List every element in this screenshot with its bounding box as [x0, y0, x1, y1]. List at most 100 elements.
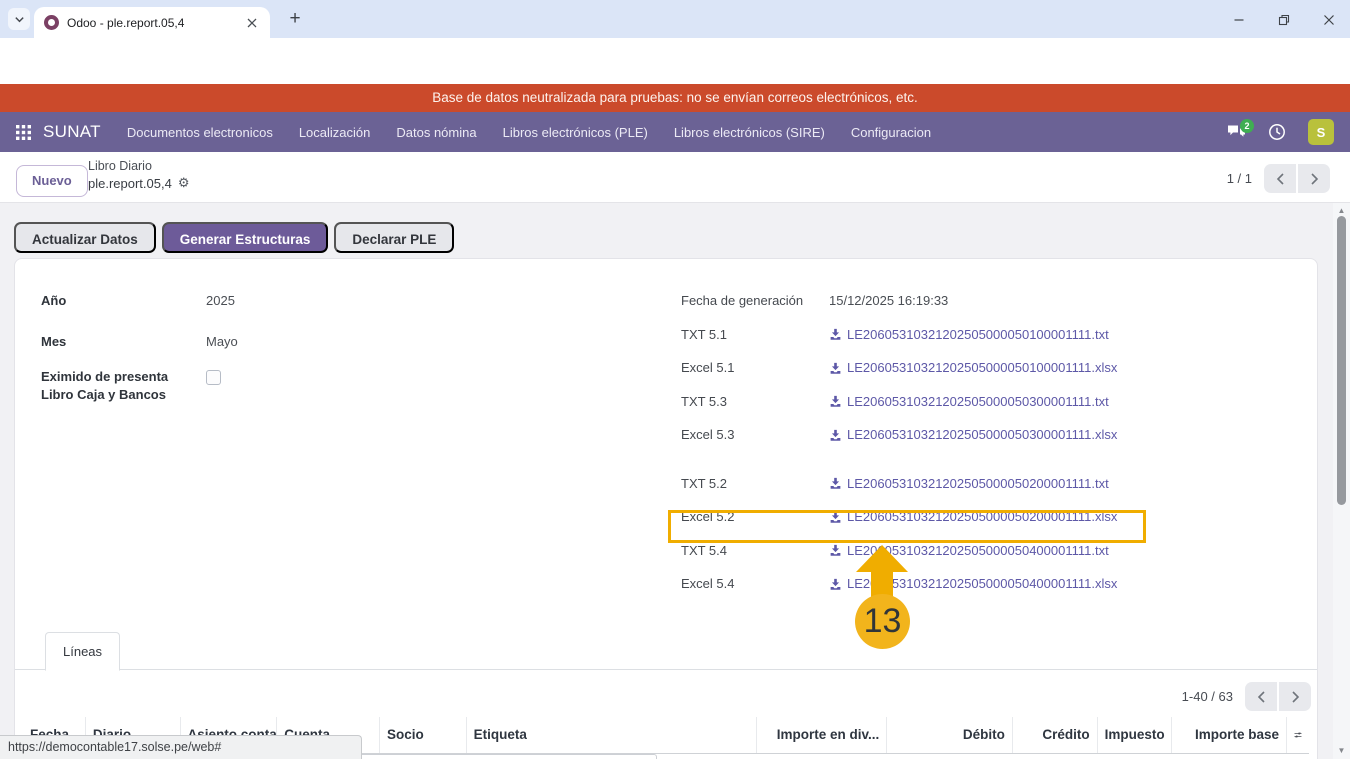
column-etiqueta[interactable]: Etiqueta: [467, 717, 757, 753]
list-pager: 1-40 / 63: [1182, 682, 1311, 711]
month-value[interactable]: Mayo: [206, 332, 238, 352]
file-label: Excel 5.1: [681, 358, 829, 378]
messages-button[interactable]: 2: [1227, 124, 1246, 141]
window-close-button[interactable]: [1319, 10, 1339, 30]
annotation-highlight-box: [668, 510, 1146, 543]
menu-documentos-electronicos[interactable]: Documentos electronicos: [127, 125, 273, 140]
field-year: Año 2025: [41, 291, 461, 311]
generation-date-value: 15/12/2025 16:19:33: [829, 291, 948, 311]
scrollbar-thumb[interactable]: [1337, 216, 1346, 505]
chevron-left-icon: [1257, 691, 1266, 703]
download-file-icon[interactable]: [829, 395, 842, 408]
tab-lineas[interactable]: Líneas: [45, 632, 120, 671]
page-scrollbar[interactable]: ▲ ▼: [1333, 203, 1350, 759]
menu-localizacion[interactable]: Localización: [299, 125, 371, 140]
file-link[interactable]: LE20605310321202505000050100001111.txt: [847, 325, 1109, 345]
chevron-down-icon: [14, 14, 25, 25]
download-file-icon[interactable]: [829, 362, 842, 375]
form-right-fields: Fecha de generación 15/12/2025 16:19:33 …: [681, 291, 1181, 608]
generar-estructuras-button[interactable]: Generar Estructuras: [162, 222, 329, 253]
new-tab-button[interactable]: +: [282, 6, 308, 32]
gear-icon[interactable]: ⚙: [178, 175, 190, 191]
new-record-button[interactable]: Nuevo: [16, 165, 88, 197]
form-sheet: Año 2025 Mes Mayo Eximido de presenta Li…: [14, 258, 1318, 759]
brand-sunat[interactable]: SUNAT: [43, 122, 101, 142]
declarar-ple-button[interactable]: Declarar PLE: [334, 222, 454, 253]
file-link[interactable]: LE20605310321202505000050300001111.xlsx: [847, 425, 1117, 445]
activities-button[interactable]: [1268, 123, 1286, 141]
year-label: Año: [41, 291, 206, 311]
chevron-right-icon: [1291, 691, 1300, 703]
odoo-navbar: SUNAT Documentos electronicos Localizaci…: [0, 112, 1350, 152]
browser-toolbar: democontable17.solse.pe/web#cids=1&menu_…: [0, 38, 1350, 84]
file-link[interactable]: LE20605310321202505000050300001111.txt: [847, 392, 1109, 412]
annotation-arrow-icon: [856, 545, 908, 572]
field-file-xlsx-51: Excel 5.1 LE2060531032120250500005010000…: [681, 358, 1181, 378]
field-file-xlsx-53: Excel 5.3 LE2060531032120250500005030000…: [681, 425, 1181, 445]
menu-libros-sire[interactable]: Libros electrónicos (SIRE): [674, 125, 825, 140]
neutralized-banner: Base de datos neutralizada para pruebas:…: [0, 84, 1350, 112]
browser-tab[interactable]: Odoo - ple.report.05,4: [34, 7, 270, 38]
chevron-left-icon: [1276, 173, 1285, 185]
menu-datos-nomina[interactable]: Datos nómina: [396, 125, 476, 140]
file-label: TXT 5.3: [681, 392, 829, 412]
file-label: Excel 5.4: [681, 574, 829, 594]
column-socio[interactable]: Socio: [380, 717, 467, 753]
sliders-icon: [1294, 728, 1302, 742]
annotation-step-number: 13: [855, 594, 910, 649]
column-debito[interactable]: Débito: [887, 717, 1013, 753]
breadcrumb: Libro Diario ple.report.05,4 ⚙: [88, 159, 190, 191]
browser-titlebar: Odoo - ple.report.05,4 +: [0, 0, 1350, 38]
odoo-favicon-icon: [44, 15, 59, 30]
download-file-icon[interactable]: [829, 429, 842, 442]
exempt-checkbox[interactable]: [206, 370, 221, 385]
download-file-icon[interactable]: [829, 328, 842, 341]
user-avatar[interactable]: S: [1308, 119, 1334, 145]
breadcrumb-current: ple.report.05,4: [88, 176, 172, 191]
record-pager-previous-button[interactable]: [1264, 164, 1296, 193]
main-content: Actualizar Datos Generar Estructuras Dec…: [0, 203, 1350, 759]
list-pager-previous-button[interactable]: [1245, 682, 1277, 711]
record-pager-next-button[interactable]: [1298, 164, 1330, 193]
window-minimize-button[interactable]: [1229, 10, 1249, 30]
field-file-txt-52: TXT 5.2 LE206053103212025050000502000011…: [681, 474, 1181, 494]
annotation-arrow-shaft: [871, 570, 893, 597]
list-pager-next-button[interactable]: [1279, 682, 1311, 711]
column-impuesto[interactable]: Impuesto: [1098, 717, 1173, 753]
generation-date-label: Fecha de generación: [681, 291, 829, 311]
tab-title: Odoo - ple.report.05,4: [67, 16, 244, 30]
form-left-fields: Año 2025 Mes Mayo Eximido de presenta Li…: [41, 291, 461, 420]
record-pager-value: 1 / 1: [1227, 171, 1252, 186]
download-file-icon[interactable]: [829, 544, 842, 557]
column-credito[interactable]: Crédito: [1013, 717, 1098, 753]
actualizar-datos-button[interactable]: Actualizar Datos: [14, 222, 156, 253]
exempt-label: Eximido de presenta Libro Caja y Bancos: [41, 368, 173, 404]
field-file-txt-53: TXT 5.3 LE206053103212025050000503000011…: [681, 392, 1181, 412]
field-generation-date: Fecha de generación 15/12/2025 16:19:33: [681, 291, 1181, 311]
menu-libros-ple[interactable]: Libros electrónicos (PLE): [503, 125, 648, 140]
year-value[interactable]: 2025: [206, 291, 235, 311]
scroll-down-icon[interactable]: ▼: [1333, 745, 1350, 757]
record-pager: 1 / 1: [1227, 164, 1330, 193]
column-importe-en-divisa[interactable]: Importe en div...: [757, 717, 888, 753]
field-month: Mes Mayo: [41, 332, 461, 352]
file-label: TXT 5.2: [681, 474, 829, 494]
menu-configuracion[interactable]: Configuracion: [851, 125, 931, 140]
status-link-tooltip: https://democontable17.solse.pe/web#: [0, 735, 362, 759]
download-file-icon[interactable]: [829, 477, 842, 490]
column-importe-base[interactable]: Importe base: [1172, 717, 1287, 753]
tab-close-icon[interactable]: [244, 15, 260, 31]
window-restore-button[interactable]: [1274, 10, 1294, 30]
field-file-xlsx-54: Excel 5.4 LE2060531032120250500005040000…: [681, 574, 1181, 594]
file-link[interactable]: LE20605310321202505000050200001111.txt: [847, 474, 1109, 494]
optional-columns-button[interactable]: [1287, 717, 1309, 753]
tab-search-button[interactable]: [8, 8, 30, 30]
control-panel: Nuevo Libro Diario ple.report.05,4 ⚙ 1 /…: [0, 152, 1350, 203]
action-buttons: Actualizar Datos Generar Estructuras Dec…: [14, 222, 454, 253]
field-file-txt-51: TXT 5.1 LE206053103212025050000501000011…: [681, 325, 1181, 345]
breadcrumb-parent[interactable]: Libro Diario: [88, 159, 190, 173]
file-label: TXT 5.4: [681, 541, 829, 561]
apps-grid-icon[interactable]: [16, 125, 31, 140]
download-file-icon[interactable]: [829, 578, 842, 591]
file-link[interactable]: LE20605310321202505000050100001111.xlsx: [847, 358, 1117, 378]
